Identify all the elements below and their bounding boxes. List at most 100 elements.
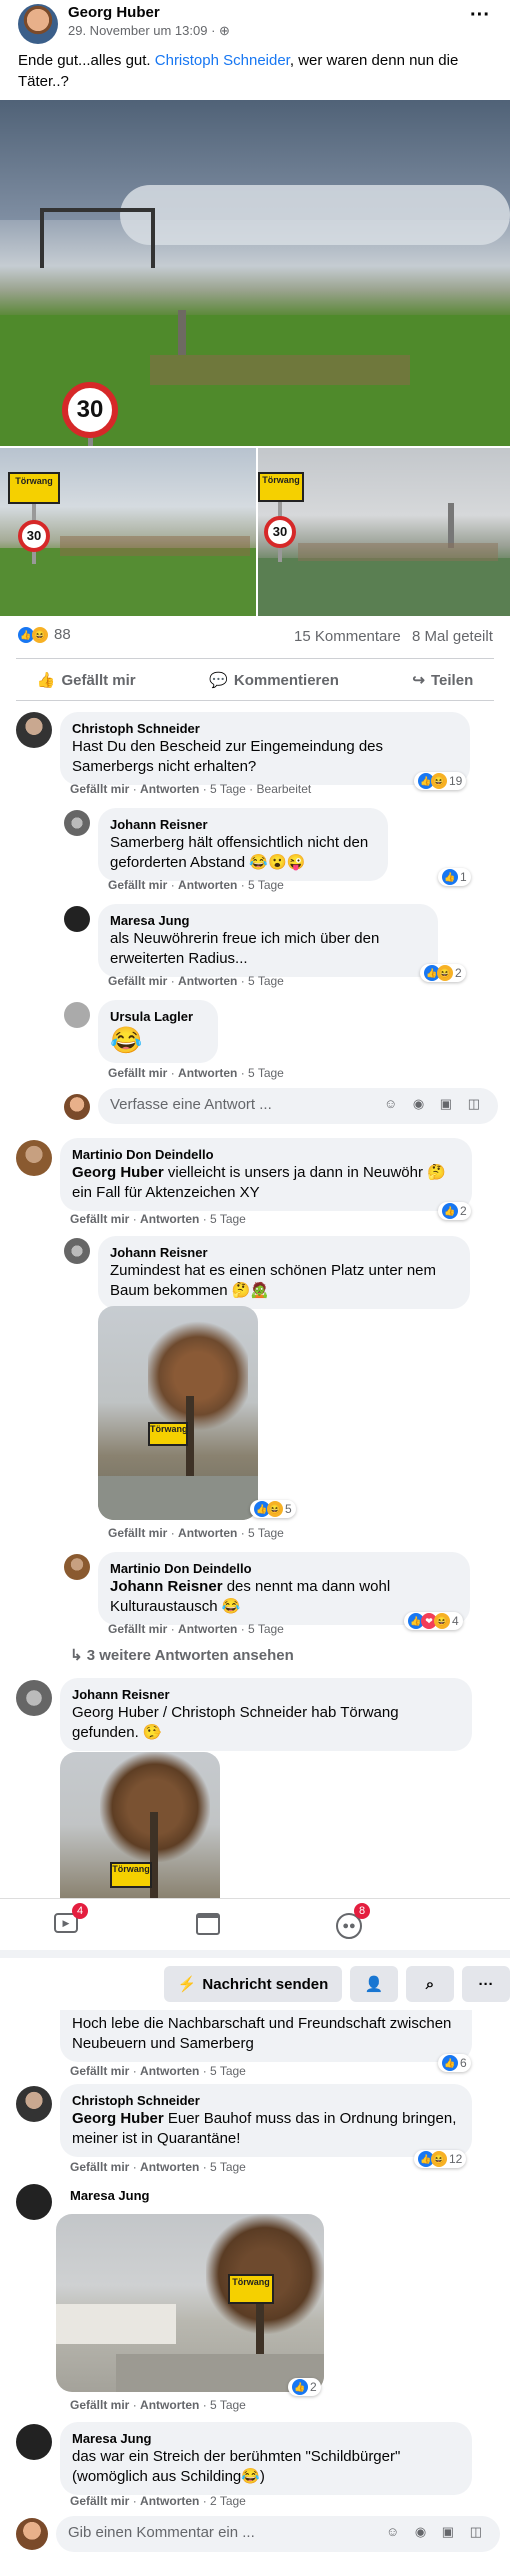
like-link[interactable]: Gefällt mir — [70, 2494, 129, 2508]
avatar[interactable] — [16, 2424, 52, 2460]
input-icons[interactable]: ☺ ◉ ▣ ◫ — [386, 2524, 488, 2540]
comment-actions: Gefällt mir · Antworten · 5 Tage — [108, 974, 284, 988]
reply-link[interactable]: Antworten — [178, 1066, 237, 1080]
reply-link[interactable]: Antworten — [140, 782, 199, 796]
town-sign: Törwang — [110, 1862, 152, 1888]
comment-button[interactable]: 💬 Kommentieren — [209, 671, 339, 690]
like-link[interactable]: Gefällt mir — [108, 1066, 167, 1080]
comment-author[interactable]: Maresa Jung — [70, 2188, 149, 2203]
comment-photo[interactable]: Törwang — [98, 1306, 258, 1520]
reply-link[interactable]: Antworten — [140, 1212, 199, 1226]
like-link[interactable]: Gefällt mir — [108, 1622, 167, 1636]
reply-input[interactable]: Verfasse eine Antwort ... ☺ ◉ ▣ ◫ — [98, 1088, 498, 1124]
comments-count[interactable]: 15 Kommentare — [294, 628, 401, 645]
reaction-badge[interactable]: 👍 😆 12 — [414, 2150, 467, 2168]
like-button[interactable]: 👍 Gefällt mir — [37, 671, 136, 690]
reaction-badge[interactable]: 👍 2 — [438, 1202, 471, 1220]
comment-author[interactable]: Christoph Schneider — [72, 2092, 460, 2109]
search-button[interactable]: ⌕ — [406, 1966, 454, 2002]
comment-photo[interactable]: Törwang — [60, 1752, 220, 1898]
comment-bubble: Johann Reisner Zumindest hat es einen sc… — [98, 1236, 470, 1309]
post-photo-main[interactable]: 30 — [0, 100, 510, 446]
input-icons[interactable]: ☺ ◉ ▣ ◫ — [384, 1096, 486, 1112]
send-message-button[interactable]: ⚡ Nachricht senden — [164, 1966, 342, 2002]
avatar[interactable] — [16, 1140, 52, 1176]
bottom-nav: ▶ 4 ●● 8 — [0, 1898, 510, 1950]
reaction-badge[interactable]: 👍 6 — [438, 2054, 471, 2072]
comment-author[interactable]: Maresa Jung — [110, 912, 426, 929]
like-link[interactable]: Gefällt mir — [70, 2160, 129, 2174]
avatar[interactable] — [16, 712, 52, 748]
reaction-badge[interactable]: 👍 2 — [288, 2378, 321, 2396]
post-photo-left[interactable]: Törwang 30 — [0, 448, 256, 616]
comment-mention[interactable]: Georg Huber — [72, 2110, 164, 2127]
like-link[interactable]: Gefällt mir — [70, 2398, 129, 2412]
comment-bubble: Johann Reisner Georg Huber / Christoph S… — [60, 1678, 472, 1751]
post-photo-right[interactable]: Törwang 30 — [258, 448, 510, 616]
reaction-badge[interactable]: 👍 1 — [438, 868, 471, 886]
post-date[interactable]: 29. November um 13:09 · ⊕ — [68, 23, 230, 39]
comment-author[interactable]: Johann Reisner — [110, 1244, 458, 1261]
reaction-badge[interactable]: 👍 😆 2 — [420, 964, 466, 982]
like-link[interactable]: Gefällt mir — [108, 1526, 167, 1540]
avatar[interactable] — [64, 1002, 90, 1028]
town-sign: Törwang — [228, 2274, 274, 2304]
profile-button[interactable]: 👤 — [350, 1966, 398, 2002]
avatar[interactable] — [16, 2184, 52, 2220]
reply-link[interactable]: Antworten — [140, 2398, 199, 2412]
comment-input[interactable]: Gib einen Kommentar ein ... ☺ ◉ ▣ ◫ — [56, 2516, 500, 2552]
comment-actions: Gefällt mir · Antworten · 5 Tage — [70, 2160, 246, 2174]
comment-actions: Gefällt mir · Antworten · 5 Tage · Bearb… — [70, 782, 312, 796]
comment-bubble: Hoch lebe die Nachbarschaft und Freundsc… — [60, 2010, 472, 2062]
more-options-icon[interactable]: ··· — [470, 4, 490, 27]
comment-actions: Gefällt mir · Antworten · 5 Tage — [70, 2064, 246, 2078]
post-mention[interactable]: Christoph Schneider — [155, 52, 290, 69]
avatar[interactable] — [64, 906, 90, 932]
comment-author[interactable]: Martinio Don Deindello — [72, 1146, 460, 1163]
post-avatar[interactable] — [18, 4, 58, 44]
shares-count[interactable]: 8 Mal geteilt — [412, 628, 493, 645]
comment-author[interactable]: Ursula Lagler — [110, 1008, 206, 1025]
like-link[interactable]: Gefällt mir — [70, 782, 129, 796]
like-link[interactable]: Gefällt mir — [70, 1212, 129, 1226]
reply-link[interactable]: Antworten — [140, 2494, 199, 2508]
comment-mention[interactable]: Johann Reisner — [110, 1578, 223, 1595]
more-button[interactable]: ··· — [462, 1966, 510, 2002]
like-link[interactable]: Gefällt mir — [70, 2064, 129, 2078]
comment-author[interactable]: Johann Reisner — [72, 1686, 460, 1703]
comment-photo[interactable]: Törwang — [56, 2214, 324, 2392]
comment-bubble: Johann Reisner Samerberg hält offensicht… — [98, 808, 388, 881]
reply-link[interactable]: Antworten — [178, 1526, 237, 1540]
reaction-badge[interactable]: 👍 ❤ 😆 4 — [404, 1612, 463, 1630]
comment-author[interactable]: Christoph Schneider — [72, 720, 458, 737]
reply-link[interactable]: Antworten — [178, 974, 237, 988]
avatar[interactable] — [16, 1680, 52, 1716]
search-icon: ⌕ — [425, 1975, 435, 1993]
like-link[interactable]: Gefällt mir — [108, 974, 167, 988]
reaction-summary[interactable]: 👍 😆 88 — [18, 626, 71, 643]
comment-author[interactable]: Martinio Don Deindello — [110, 1560, 458, 1577]
like-link[interactable]: Gefällt mir — [108, 878, 167, 892]
reply-link[interactable]: Antworten — [178, 1622, 237, 1636]
comment-actions: Gefällt mir · Antworten · 5 Tage — [70, 1212, 246, 1226]
post-author[interactable]: Georg Huber — [68, 4, 160, 21]
more-icon: ··· — [478, 1975, 494, 1993]
more-replies-link[interactable]: ↳ 3 weitere Antworten ansehen — [70, 1646, 294, 1664]
marketplace-icon[interactable] — [196, 1913, 220, 1935]
reaction-badge[interactable]: 👍 😆 19 — [414, 772, 467, 790]
avatar[interactable] — [16, 2086, 52, 2122]
comment-bubble: Christoph Schneider Georg Huber Euer Bau… — [60, 2084, 472, 2157]
reply-link[interactable]: Antworten — [178, 878, 237, 892]
comment-mention[interactable]: Georg Huber — [72, 1164, 164, 1181]
comment-author[interactable]: Johann Reisner — [110, 816, 376, 833]
avatar[interactable] — [64, 1554, 90, 1580]
reply-link[interactable]: Antworten — [140, 2064, 199, 2078]
reply-link[interactable]: Antworten — [140, 2160, 199, 2174]
avatar — [16, 2518, 48, 2550]
avatar[interactable] — [64, 810, 90, 836]
avatar[interactable] — [64, 1238, 90, 1264]
town-sign: Törwang — [148, 1422, 188, 1446]
share-button[interactable]: ↪ Teilen — [412, 671, 473, 690]
comment-author[interactable]: Maresa Jung — [72, 2430, 460, 2447]
reaction-badge[interactable]: 👍 😆 5 — [250, 1500, 296, 1518]
